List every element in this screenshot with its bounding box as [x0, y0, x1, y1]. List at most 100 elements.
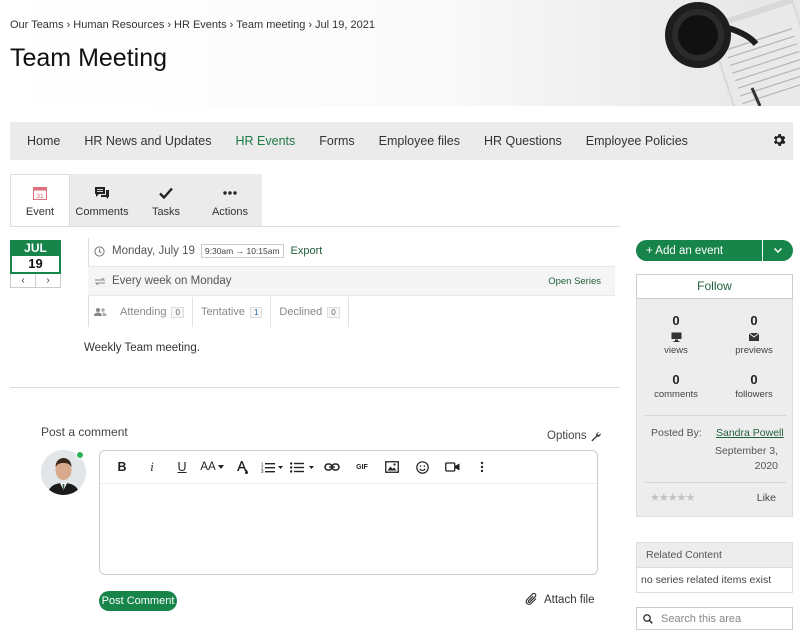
font-size-button[interactable]: AA [200, 456, 224, 478]
emoji-button[interactable] [410, 456, 434, 478]
add-event-group: + Add an event [636, 240, 793, 261]
bold-button[interactable]: B [110, 456, 134, 478]
nav-item-forms[interactable]: Forms [307, 134, 366, 148]
tab-comments[interactable]: Comments [70, 174, 134, 227]
nav-item-employee-policies[interactable]: Employee Policies [574, 134, 700, 148]
nav-item-hr-news[interactable]: HR News and Updates [72, 134, 223, 148]
breadcrumb-item[interactable]: Team meeting [236, 19, 305, 31]
coffee-cup-image [665, 0, 800, 106]
stat-comments: 0 comments [637, 372, 715, 400]
prev-date-button[interactable]: ‹ [11, 274, 36, 287]
nav-item-hr-events[interactable]: HR Events [224, 134, 308, 148]
add-event-dropdown-button[interactable] [763, 240, 793, 261]
svg-text:31: 31 [36, 193, 44, 200]
event-recurrence: Every week on Monday [112, 275, 232, 287]
page-title: Team Meeting [10, 44, 168, 72]
people-icon [94, 308, 107, 316]
comment-text-area[interactable] [100, 485, 597, 574]
editor-toolbar: B i U AA 1 2 3 GIF [100, 451, 597, 484]
nav-item-hr-questions[interactable]: HR Questions [472, 134, 574, 148]
followers-count: 0 [750, 372, 758, 387]
add-event-button[interactable]: + Add an event [636, 240, 762, 261]
comments-label: comments [654, 389, 698, 400]
posted-by-label: Posted By: [651, 427, 702, 439]
next-date-button[interactable]: › [36, 274, 60, 287]
bullet-list-icon [290, 462, 314, 473]
search-icon [643, 613, 653, 624]
event-date: Monday, July 19 [112, 245, 195, 257]
insert-gif-button[interactable]: GIF [350, 456, 374, 478]
nav-item-employee-files[interactable]: Employee files [367, 134, 472, 148]
insert-image-button[interactable] [380, 456, 404, 478]
rsvp-label: Declined [279, 306, 323, 318]
comments-icon [95, 186, 109, 199]
insert-video-button[interactable] [440, 456, 464, 478]
search-box [636, 607, 793, 630]
comment-editor: B i U AA 1 2 3 GIF [99, 450, 598, 575]
tab-event[interactable]: 31 Event [10, 174, 70, 227]
breadcrumb: Our Teams › Human Resources › HR Events › Team… [10, 19, 375, 31]
stat-previews: 0 previews [715, 313, 793, 356]
stat-views: 0 views [637, 313, 715, 356]
link-icon [324, 463, 340, 471]
text-color-button[interactable] [230, 456, 254, 478]
content-divider [10, 387, 620, 388]
event-tabs: 31 Event Comments Tasks Actions [10, 174, 262, 227]
numbered-list-button[interactable]: 1 2 3 [260, 456, 284, 478]
tab-label: Comments [75, 205, 129, 218]
wrench-icon [591, 431, 601, 442]
previews-count: 0 [750, 313, 758, 328]
insert-link-button[interactable] [320, 456, 344, 478]
nav-item-home[interactable]: Home [10, 134, 72, 148]
event-description: Weekly Team meeting. [84, 342, 200, 354]
breadcrumb-item[interactable]: Our Teams [10, 19, 64, 31]
breadcrumb-item[interactable]: HR Events [174, 19, 227, 31]
post-comment-button[interactable]: Post Comment [99, 591, 177, 611]
posted-date: September 3, [714, 445, 778, 457]
paperclip-icon [525, 592, 537, 605]
online-status-indicator [76, 451, 84, 459]
author-link[interactable]: Sandra Powell [716, 427, 784, 439]
previews-label: previews [735, 345, 773, 356]
post-comment-label: Post a comment [41, 425, 128, 439]
comment-options[interactable]: Options [547, 430, 601, 442]
rsvp-declined[interactable]: Declined 0 [271, 297, 349, 327]
font-size-label: AA [200, 461, 216, 473]
text-color-icon [237, 461, 248, 474]
smiley-icon [415, 460, 429, 474]
rsvp-tentative[interactable]: Tentative 1 [193, 297, 272, 327]
tab-actions[interactable]: Actions [198, 174, 262, 227]
rating-stars[interactable]: ★★★★★ [650, 491, 695, 504]
calendar-icon: 31 [33, 187, 47, 200]
underline-button[interactable]: U [170, 456, 194, 478]
vertical-more-icon [480, 461, 484, 473]
follow-button[interactable]: Follow [636, 274, 793, 299]
related-content-empty: no series related items exist [641, 574, 772, 586]
open-series-link[interactable]: Open Series [548, 276, 601, 287]
stats-divider [645, 415, 786, 416]
main-nav: Home HR News and Updates HR Events Forms… [10, 122, 793, 160]
attach-file-label: Attach file [544, 593, 595, 606]
search-input[interactable] [661, 612, 781, 625]
tab-tasks[interactable]: Tasks [134, 174, 198, 227]
breadcrumb-item[interactable]: Human Resources [73, 19, 164, 31]
stats-panel: 0 views 0 previews 0 comments 0 follower… [636, 299, 793, 517]
italic-button[interactable]: i [140, 456, 164, 478]
rsvp-count: 1 [249, 306, 263, 318]
like-button[interactable]: Like [757, 492, 776, 504]
export-link[interactable]: Export [291, 245, 323, 257]
rsvp-attending[interactable]: Attending 0 [112, 297, 193, 327]
chevron-down-icon [774, 248, 782, 253]
more-options-button[interactable] [470, 456, 494, 478]
attach-file-link[interactable]: Attach file [525, 592, 595, 607]
date-nav: ‹ › [10, 274, 61, 288]
tab-label: Actions [211, 205, 249, 218]
gear-icon[interactable] [771, 132, 787, 148]
related-content-panel: Related Content no series related items … [636, 542, 793, 593]
video-camera-icon [444, 462, 459, 472]
clock-icon [94, 245, 105, 257]
bullet-list-button[interactable] [290, 456, 314, 478]
breadcrumb-current: Jul 19, 2021 [315, 19, 375, 31]
posted-date-year: 2020 [754, 460, 778, 472]
rsvp-label: Tentative [200, 306, 245, 318]
